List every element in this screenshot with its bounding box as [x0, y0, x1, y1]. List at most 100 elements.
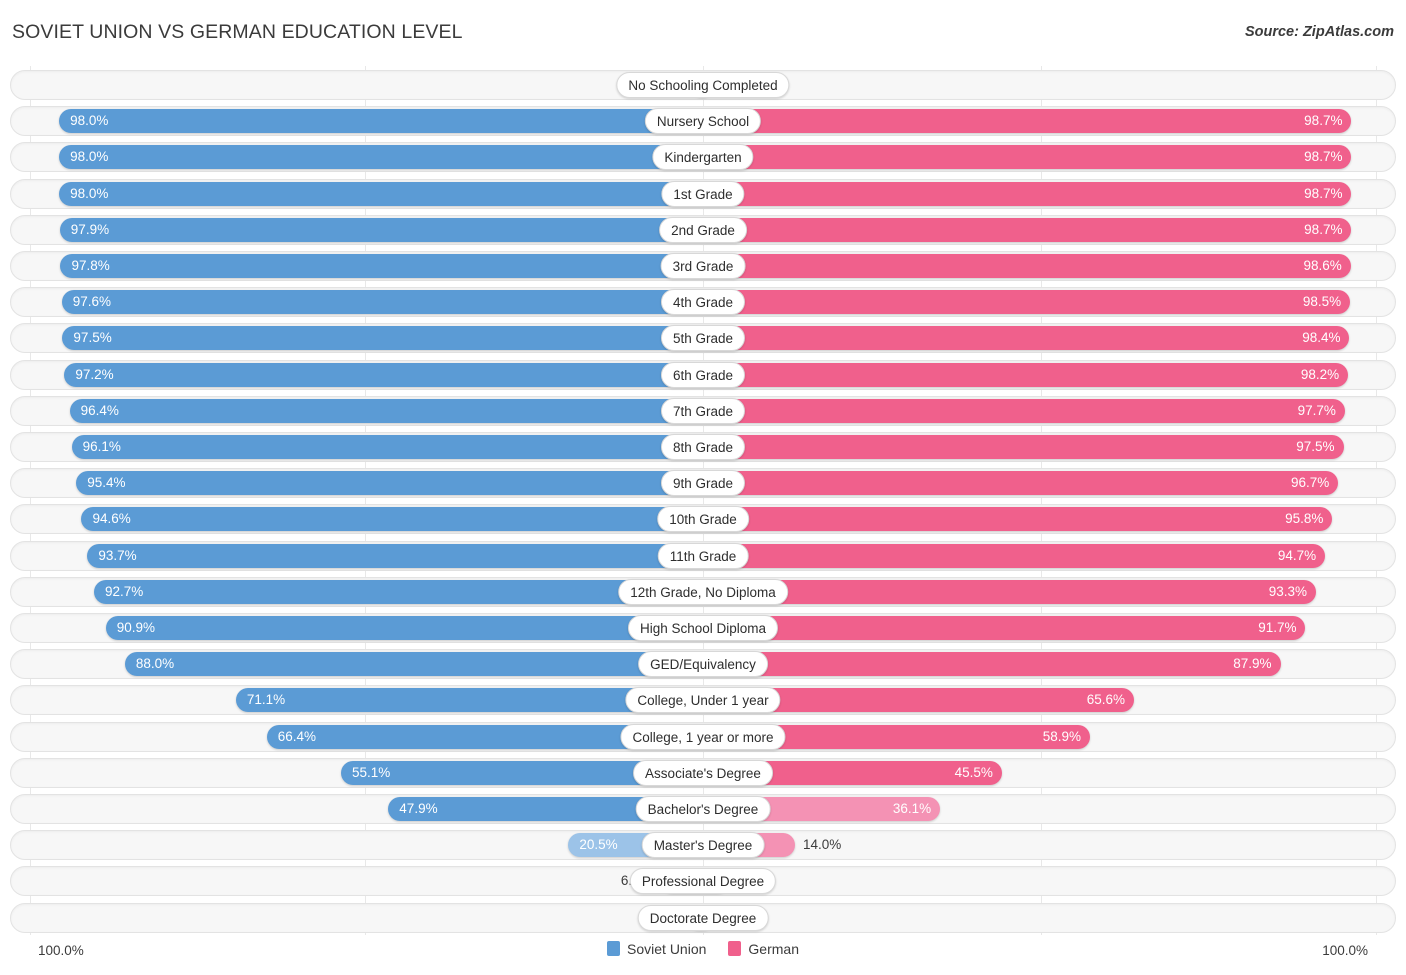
- bar-soviet-union: [87, 543, 703, 568]
- chart-row: 20.5% 14.0% Master's Degree: [10, 830, 1396, 861]
- category-label: College, 1 year or more: [620, 723, 786, 750]
- chart-row: 96.1% 97.5% 8th Grade: [10, 432, 1396, 462]
- value-label-soviet-union: 20.5%: [579, 837, 618, 853]
- bar-german: [703, 652, 1281, 677]
- bar-german: [703, 543, 1326, 568]
- bar-soviet-union: [69, 398, 703, 423]
- chart-row: 71.1% 65.6% College, Under 1 year: [10, 685, 1396, 716]
- value-label-german: 91.7%: [1258, 620, 1297, 635]
- category-label: 7th Grade: [660, 397, 746, 424]
- legend-item[interactable]: German: [728, 941, 799, 957]
- value-label-soviet-union: 66.4%: [277, 728, 317, 744]
- value-label-soviet-union: 90.9%: [116, 620, 156, 635]
- value-label-soviet-union: 97.6%: [72, 294, 112, 310]
- bar-german: [703, 145, 1352, 170]
- value-label-german: 97.5%: [1296, 439, 1335, 454]
- category-label: No Schooling Completed: [616, 72, 790, 98]
- chart-row: 2.5%1.8%Doctorate Degree: [10, 902, 1396, 933]
- chart-row: 94.6% 95.8% 10th Grade: [10, 504, 1396, 535]
- value-label-soviet-union: 97.2%: [75, 366, 114, 382]
- category-label: 9th Grade: [660, 470, 746, 497]
- value-label-german: 65.6%: [1086, 692, 1125, 708]
- value-label-german: 98.4%: [1302, 330, 1341, 346]
- bar-german: [703, 109, 1352, 134]
- bar-soviet-union: [105, 616, 703, 640]
- value-label-soviet-union: 47.9%: [399, 801, 438, 816]
- value-label-soviet-union: 71.1%: [246, 692, 286, 708]
- category-label: 3rd Grade: [660, 253, 746, 279]
- bar-soviet-union: [93, 579, 703, 604]
- chart-row: 96.4% 97.7% 7th Grade: [10, 395, 1396, 426]
- value-label-soviet-union: 96.1%: [82, 439, 121, 454]
- category-label: Nursery School: [644, 108, 762, 135]
- bar-soviet-union: [59, 145, 703, 170]
- value-label-german: 97.7%: [1297, 402, 1336, 418]
- bar-soviet-union: [59, 109, 703, 134]
- bar-german: [703, 362, 1349, 387]
- category-label: 8th Grade: [660, 434, 746, 460]
- bar-soviet-union: [76, 471, 703, 496]
- chart-row: 66.4% 58.9% College, 1 year or more: [10, 721, 1396, 752]
- category-label: 10th Grade: [657, 506, 749, 533]
- chart-row: 97.9% 98.7% 2nd Grade: [10, 214, 1396, 245]
- bar-soviet-union: [64, 362, 703, 387]
- category-label: 4th Grade: [660, 289, 746, 316]
- chart-legend: Soviet Union German: [0, 941, 1406, 957]
- chart-row: 90.9% 91.7% High School Diploma: [10, 613, 1396, 643]
- category-label: Professional Degree: [629, 868, 777, 895]
- value-label-soviet-union: 55.1%: [351, 764, 391, 780]
- value-label-german: 14.0%: [802, 837, 842, 853]
- value-label-german: 98.7%: [1304, 113, 1343, 129]
- bar-german: [703, 471, 1339, 496]
- category-label: High School Diploma: [627, 615, 779, 641]
- value-label-german: 87.9%: [1233, 656, 1272, 672]
- chart-row: 2.0%1.4%No Schooling Completed: [10, 70, 1396, 100]
- value-label-soviet-union: 92.7%: [104, 583, 144, 599]
- chart-row: 47.9% 36.1% Bachelor's Degree: [10, 794, 1396, 824]
- chart-row: 97.8% 98.6% 3rd Grade: [10, 251, 1396, 281]
- category-label: 12th Grade, No Diploma: [618, 578, 788, 605]
- category-label: 1st Grade: [661, 180, 745, 207]
- value-label-soviet-union: 88.0%: [135, 656, 175, 672]
- chart-row: 95.4% 96.7% 9th Grade: [10, 468, 1396, 499]
- category-label: Kindergarten: [652, 144, 754, 171]
- value-label-german: 93.3%: [1268, 583, 1307, 599]
- chart-row: 98.0% 98.7% Nursery School: [10, 106, 1396, 137]
- category-label: 5th Grade: [660, 325, 746, 352]
- value-label-soviet-union: 97.9%: [70, 221, 110, 237]
- bar-soviet-union: [59, 217, 703, 242]
- chart-row: 98.0% 98.7% Kindergarten: [10, 142, 1396, 173]
- value-label-soviet-union: 98.0%: [70, 149, 109, 165]
- value-label-german: 98.7%: [1304, 221, 1343, 237]
- value-label-soviet-union: 97.8%: [71, 258, 110, 273]
- bar-soviet-union: [124, 652, 703, 677]
- value-label-soviet-union: 96.4%: [80, 402, 119, 418]
- bar-german: [703, 181, 1352, 206]
- legend-swatch-icon: [607, 941, 621, 956]
- legend-label: German: [748, 941, 799, 957]
- bar-soviet-union: [61, 290, 703, 315]
- bar-german: [703, 579, 1316, 604]
- bar-german: [703, 254, 1351, 278]
- bar-german: [703, 290, 1351, 315]
- value-label-soviet-union: 98.0%: [70, 185, 109, 201]
- category-label: Master's Degree: [641, 832, 765, 859]
- category-label: 11th Grade: [657, 542, 749, 569]
- bar-german: [703, 616, 1306, 640]
- legend-item[interactable]: Soviet Union: [607, 941, 706, 957]
- category-label: 2nd Grade: [659, 216, 747, 243]
- value-label-german: 36.1%: [892, 801, 932, 816]
- value-label-soviet-union: 95.4%: [87, 475, 126, 491]
- category-label: GED/Equivalency: [638, 651, 768, 678]
- value-label-german: 58.9%: [1042, 728, 1081, 744]
- bar-german: [703, 217, 1352, 242]
- value-label-soviet-union: 98.0%: [70, 113, 109, 129]
- category-label: Doctorate Degree: [637, 904, 769, 931]
- value-label-german: 96.7%: [1291, 475, 1330, 491]
- chart-header: SOVIET UNION VS GERMAN EDUCATION LEVEL S…: [0, 0, 1406, 66]
- bar-german: [703, 435, 1344, 459]
- value-label-german: 94.7%: [1277, 547, 1317, 563]
- bar-german: [703, 326, 1350, 351]
- bar-soviet-union: [62, 326, 703, 351]
- value-label-german: 98.2%: [1300, 366, 1340, 382]
